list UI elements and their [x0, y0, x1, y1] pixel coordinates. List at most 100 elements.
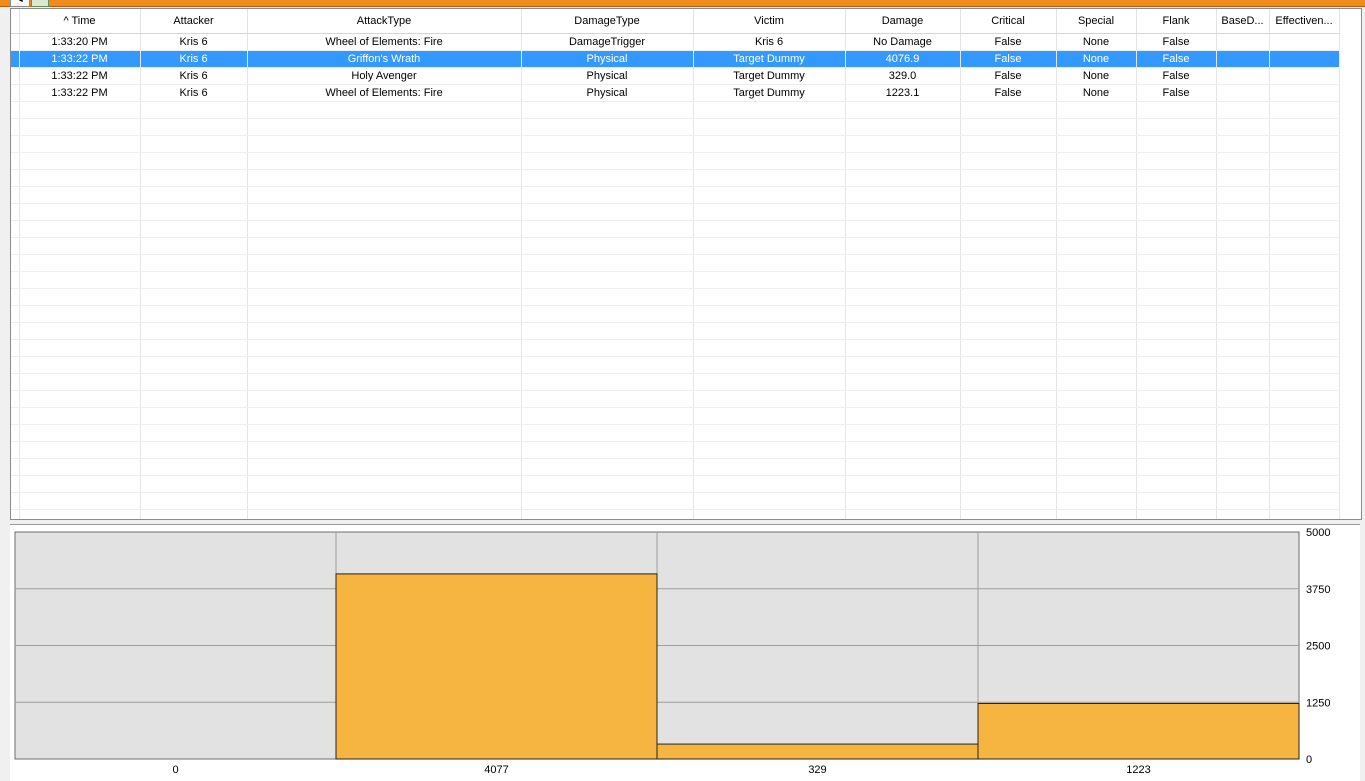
empty-cell [1056, 288, 1137, 306]
table-cell[interactable]: False [1136, 50, 1217, 68]
empty-cell [1136, 390, 1217, 408]
empty-cell [11, 203, 20, 221]
empty-cell [1216, 407, 1270, 425]
table-row[interactable]: 1:33:22 PM Kris 6 Griffon's Wrath Physical T… [11, 50, 1340, 68]
empty-cell [140, 305, 248, 323]
empty-cell [521, 322, 694, 340]
column-header-10[interactable]: Effectiven... [1269, 9, 1340, 34]
column-header-1[interactable]: Attacker [140, 9, 248, 34]
table-cell[interactable]: Holy Avenger [247, 67, 522, 85]
empty-cell [140, 186, 248, 204]
table-cell[interactable]: Target Dummy [693, 67, 846, 85]
table-cell[interactable]: Kris 6 [693, 33, 846, 51]
table-cell[interactable]: 1:33:22 PM [19, 84, 141, 102]
table-cell[interactable]: None [1056, 84, 1137, 102]
table-cell[interactable]: Target Dummy [693, 50, 846, 68]
table-cell[interactable]: Kris 6 [140, 50, 248, 68]
table-cell[interactable]: False [1136, 84, 1217, 102]
empty-cell [1216, 152, 1270, 170]
table-cell[interactable] [1216, 50, 1270, 68]
table-cell[interactable] [1269, 50, 1340, 68]
table-cell[interactable]: 1223.1 [845, 84, 961, 102]
empty-cell [11, 288, 20, 306]
row-header-cell[interactable] [11, 50, 20, 68]
table-cell[interactable]: No Damage [845, 33, 961, 51]
column-header-6[interactable]: Critical [960, 9, 1057, 34]
empty-cell [19, 322, 141, 340]
column-header-3[interactable]: DamageType [521, 9, 694, 34]
empty-cell [960, 492, 1057, 510]
table-row[interactable]: 1:33:20 PM Kris 6 Wheel of Elements: Fire D… [11, 33, 1340, 51]
table-cell[interactable]: Kris 6 [140, 67, 248, 85]
table-cell[interactable]: 329.0 [845, 67, 961, 85]
column-header-8[interactable]: Flank [1136, 9, 1217, 34]
table-cell[interactable] [1216, 67, 1270, 85]
row-header-cell[interactable] [11, 67, 20, 85]
table-cell[interactable]: Kris 6 [140, 33, 248, 51]
empty-cell [1269, 135, 1340, 153]
table-cell[interactable]: Target Dummy [693, 84, 846, 102]
table-cell[interactable] [1216, 84, 1270, 102]
column-header-2[interactable]: AttackType [247, 9, 522, 34]
table-cell[interactable]: Wheel of Elements: Fire [247, 84, 522, 102]
empty-cell [247, 390, 522, 408]
empty-cell [1056, 475, 1137, 493]
empty-cell [1136, 288, 1217, 306]
table-cell[interactable]: False [960, 84, 1057, 102]
empty-cell [19, 356, 141, 374]
table-cell[interactable]: Physical [521, 84, 694, 102]
table-cell[interactable]: None [1056, 67, 1137, 85]
table-cell[interactable] [1269, 84, 1340, 102]
table-cell[interactable] [1269, 67, 1340, 85]
table-cell[interactable]: None [1056, 33, 1137, 51]
table-cell[interactable]: 1:33:22 PM [19, 67, 141, 85]
table-cell[interactable]: 1:33:20 PM [19, 33, 141, 51]
table-cell[interactable]: False [1136, 33, 1217, 51]
column-header-0[interactable]: ^ Time [19, 9, 141, 34]
empty-cell [1216, 271, 1270, 289]
table-cell[interactable]: Griffon's Wrath [247, 50, 522, 68]
row-header-cell[interactable] [11, 33, 20, 51]
empty-cell [11, 220, 20, 238]
empty-cell [960, 186, 1057, 204]
table-cell[interactable] [1269, 33, 1340, 51]
y-tick-label: 2500 [1306, 641, 1330, 653]
empty-cell [1269, 152, 1340, 170]
table-cell[interactable]: Physical [521, 67, 694, 85]
table-cell[interactable]: Physical [521, 50, 694, 68]
table-row[interactable]: 1:33:22 PM Kris 6 Wheel of Elements: Fire P… [11, 84, 1340, 102]
column-header-4[interactable]: Victim [693, 9, 846, 34]
empty-cell [693, 458, 846, 476]
table-cell[interactable]: False [960, 67, 1057, 85]
column-header-7[interactable]: Special [1056, 9, 1137, 34]
combat-log-grid[interactable]: ^ Time Attacker AttackType DamageType Victim… [10, 8, 1362, 520]
row-header-cell[interactable] [11, 84, 20, 102]
empty-cell [11, 169, 20, 187]
table-cell[interactable]: None [1056, 50, 1137, 68]
table-cell[interactable]: False [960, 33, 1057, 51]
excel-export-icon[interactable] [31, 0, 49, 7]
table-row[interactable]: 1:33:22 PM Kris 6 Holy Avenger Physical Targ… [11, 67, 1340, 85]
empty-cell [521, 152, 694, 170]
table-cell[interactable]: 1:33:22 PM [19, 50, 141, 68]
table-cell[interactable]: DamageTrigger [521, 33, 694, 51]
row-header-cell [11, 9, 20, 34]
empty-cell [693, 407, 846, 425]
empty-cell [693, 186, 846, 204]
table-cell[interactable]: 4076.9 [845, 50, 961, 68]
table-cell[interactable] [1216, 33, 1270, 51]
table-cell[interactable]: False [960, 50, 1057, 68]
empty-cell [845, 424, 961, 442]
column-header-5[interactable]: Damage [845, 9, 961, 34]
table-cell[interactable]: Kris 6 [140, 84, 248, 102]
empty-row [11, 441, 1340, 459]
empty-cell [1216, 288, 1270, 306]
table-cell[interactable]: False [1136, 67, 1217, 85]
back-button[interactable]: ◄ [10, 0, 30, 7]
empty-cell [1269, 424, 1340, 442]
table-cell[interactable]: Wheel of Elements: Fire [247, 33, 522, 51]
column-header-9[interactable]: BaseD... [1216, 9, 1270, 34]
empty-cell [140, 135, 248, 153]
empty-cell [247, 237, 522, 255]
empty-cell [11, 356, 20, 374]
